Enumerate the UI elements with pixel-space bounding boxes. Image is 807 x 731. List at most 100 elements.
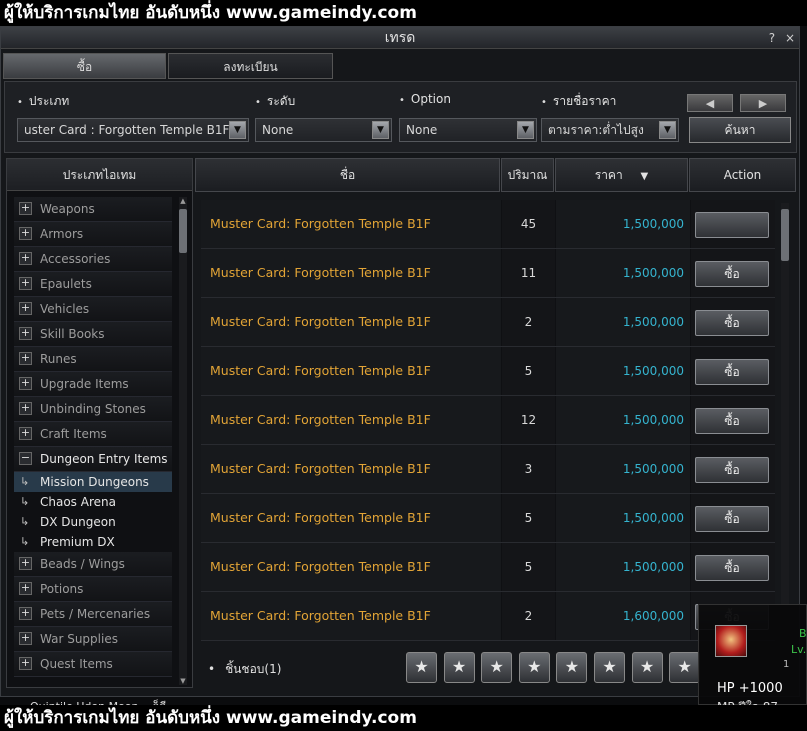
item-price: 1,500,000: [556, 200, 690, 248]
favorite-slot-icon[interactable]: ★: [669, 652, 701, 683]
option-select[interactable]: None ▼: [399, 118, 537, 142]
scroll-thumb[interactable]: [179, 209, 187, 253]
subcategory-item[interactable]: ↳ Mission Dungeons: [14, 472, 172, 492]
category-item[interactable]: + Vehicles: [14, 297, 172, 322]
level-select[interactable]: None ▼: [255, 118, 392, 142]
buy-button[interactable]: ซื้อ: [695, 457, 769, 483]
category-item[interactable]: + Runes: [14, 347, 172, 372]
subcategory-label: DX Dungeon: [40, 515, 116, 529]
table-row[interactable]: Muster Card: Forgotten Temple B1F 5 1,500,…: [201, 347, 775, 396]
expand-icon[interactable]: +: [19, 557, 32, 570]
category-item[interactable]: + Potions: [14, 577, 172, 602]
search-button[interactable]: ค้นหา: [689, 117, 791, 143]
sort-desc-icon[interactable]: ▼: [641, 171, 649, 182]
favorite-slot-icon[interactable]: ★: [518, 652, 550, 683]
table-row[interactable]: Muster Card: Forgotten Temple B1F 3 1,500,…: [201, 445, 775, 494]
favorite-slot-icon[interactable]: ★: [481, 652, 513, 683]
category-item[interactable]: + Weapons: [14, 197, 172, 222]
prev-page-button[interactable]: ◀: [687, 94, 733, 112]
category-header: ประเภทไอเทม: [7, 159, 192, 191]
table-row[interactable]: Muster Card: Forgotten Temple B1F 12 1,500…: [201, 396, 775, 445]
item-name: Muster Card: Forgotten Temple B1F: [201, 396, 501, 444]
category-item[interactable]: + War Supplies: [14, 627, 172, 652]
buy-button[interactable]: ซื้อ: [695, 506, 769, 532]
window-titlebar[interactable]: เทรด ? ×: [1, 27, 799, 49]
expand-icon[interactable]: +: [19, 277, 32, 290]
subcategory-item[interactable]: ↳ DX Dungeon: [14, 512, 172, 532]
scroll-down-icon[interactable]: ▼: [179, 677, 187, 685]
expand-icon[interactable]: +: [19, 607, 32, 620]
category-list: + Weapons + Armors + Accessories + Epaulets + Veh…: [14, 197, 172, 677]
close-icon[interactable]: ×: [785, 31, 795, 45]
expand-icon[interactable]: +: [19, 202, 32, 215]
scroll-thumb[interactable]: [781, 209, 789, 261]
price-order-value: ตามราคา:ต่ำไปสูง: [548, 123, 644, 137]
next-page-button[interactable]: ▶: [740, 94, 786, 112]
category-item[interactable]: + Accessories: [14, 247, 172, 272]
chevron-down-icon[interactable]: ▼: [229, 121, 246, 139]
grid-scrollbar[interactable]: [781, 203, 789, 640]
chevron-down-icon[interactable]: ▼: [517, 121, 534, 139]
favorite-slot-icon[interactable]: ★: [556, 652, 588, 683]
table-row[interactable]: Muster Card: Forgotten Temple B1F 11 1,500…: [201, 249, 775, 298]
expand-icon[interactable]: +: [19, 632, 32, 645]
table-row[interactable]: Muster Card: Forgotten Temple B1F 5 1,500,…: [201, 543, 775, 592]
table-row[interactable]: Muster Card: Forgotten Temple B1F 45 1,500…: [201, 200, 775, 249]
category-item[interactable]: − Dungeon Entry Items: [14, 447, 172, 472]
expand-icon[interactable]: +: [19, 252, 32, 265]
table-row[interactable]: Muster Card: Forgotten Temple B1F 5 1,500,…: [201, 494, 775, 543]
buy-button[interactable]: ซื้อ: [695, 555, 769, 581]
buy-button[interactable]: [695, 212, 769, 238]
category-label: Accessories: [40, 252, 111, 266]
category-item[interactable]: + Skill Books: [14, 322, 172, 347]
subcategory-item[interactable]: ↳ Chaos Arena: [14, 492, 172, 512]
column-name[interactable]: ชื่อ: [195, 158, 500, 192]
buy-button[interactable]: ซื้อ: [695, 310, 769, 336]
tab-register[interactable]: ลงทะเบียน: [168, 53, 333, 79]
collapse-icon[interactable]: −: [19, 452, 32, 465]
category-item[interactable]: + Quest Items: [14, 652, 172, 677]
buy-button[interactable]: ซื้อ: [695, 408, 769, 434]
chevron-down-icon[interactable]: ▼: [659, 121, 676, 139]
expand-icon[interactable]: +: [19, 402, 32, 415]
expand-icon[interactable]: +: [19, 377, 32, 390]
action-cell: ซื้อ: [691, 543, 775, 591]
category-item[interactable]: + Unbinding Stones: [14, 397, 172, 422]
buy-button[interactable]: ซื้อ: [695, 359, 769, 385]
item-qty: 2: [502, 298, 555, 346]
expand-icon[interactable]: +: [19, 352, 32, 365]
avatar[interactable]: [715, 625, 747, 657]
category-item[interactable]: + Beads / Wings: [14, 552, 172, 577]
type-select[interactable]: uster Card : Forgotten Temple B1F ▼: [17, 118, 249, 142]
category-item[interactable]: + Craft Items: [14, 422, 172, 447]
table-row[interactable]: Muster Card: Forgotten Temple B1F 2 1,600,…: [201, 592, 775, 641]
expand-icon[interactable]: +: [19, 302, 32, 315]
scroll-up-icon[interactable]: ▲: [179, 197, 187, 205]
favorite-slot-icon[interactable]: ★: [406, 652, 437, 683]
expand-icon[interactable]: +: [19, 582, 32, 595]
category-item[interactable]: + Armors: [14, 222, 172, 247]
subcategory-item[interactable]: ↳ Premium DX: [14, 532, 172, 552]
column-qty[interactable]: ปริมาณ: [501, 158, 554, 192]
favorite-slot-icon[interactable]: ★: [594, 652, 625, 683]
expand-icon[interactable]: +: [19, 227, 32, 240]
column-price[interactable]: ราคา ▼: [555, 158, 688, 192]
item-price: 1,500,000: [556, 494, 690, 542]
table-row[interactable]: Muster Card: Forgotten Temple B1F 2 1,500,…: [201, 298, 775, 347]
favorite-slot-icon[interactable]: ★: [631, 652, 663, 683]
category-item[interactable]: + Upgrade Items: [14, 372, 172, 397]
expand-icon[interactable]: +: [19, 657, 32, 670]
expand-icon[interactable]: +: [19, 427, 32, 440]
chevron-down-icon[interactable]: ▼: [372, 121, 389, 139]
help-icon[interactable]: ?: [769, 31, 775, 45]
price-order-select[interactable]: ตามราคา:ต่ำไปสูง ▼: [541, 118, 679, 142]
buy-button[interactable]: ซื้อ: [695, 261, 769, 287]
expand-icon[interactable]: +: [19, 327, 32, 340]
tab-buy[interactable]: ซื้อ: [3, 53, 166, 79]
category-item[interactable]: + Pets / Mercenaries: [14, 602, 172, 627]
item-name: Muster Card: Forgotten Temple B1F: [201, 494, 501, 542]
category-scrollbar[interactable]: ▲ ▼: [179, 197, 187, 685]
item-name: Muster Card: Forgotten Temple B1F: [201, 200, 501, 248]
category-item[interactable]: + Epaulets: [14, 272, 172, 297]
favorite-slot-icon[interactable]: ★: [443, 652, 475, 683]
